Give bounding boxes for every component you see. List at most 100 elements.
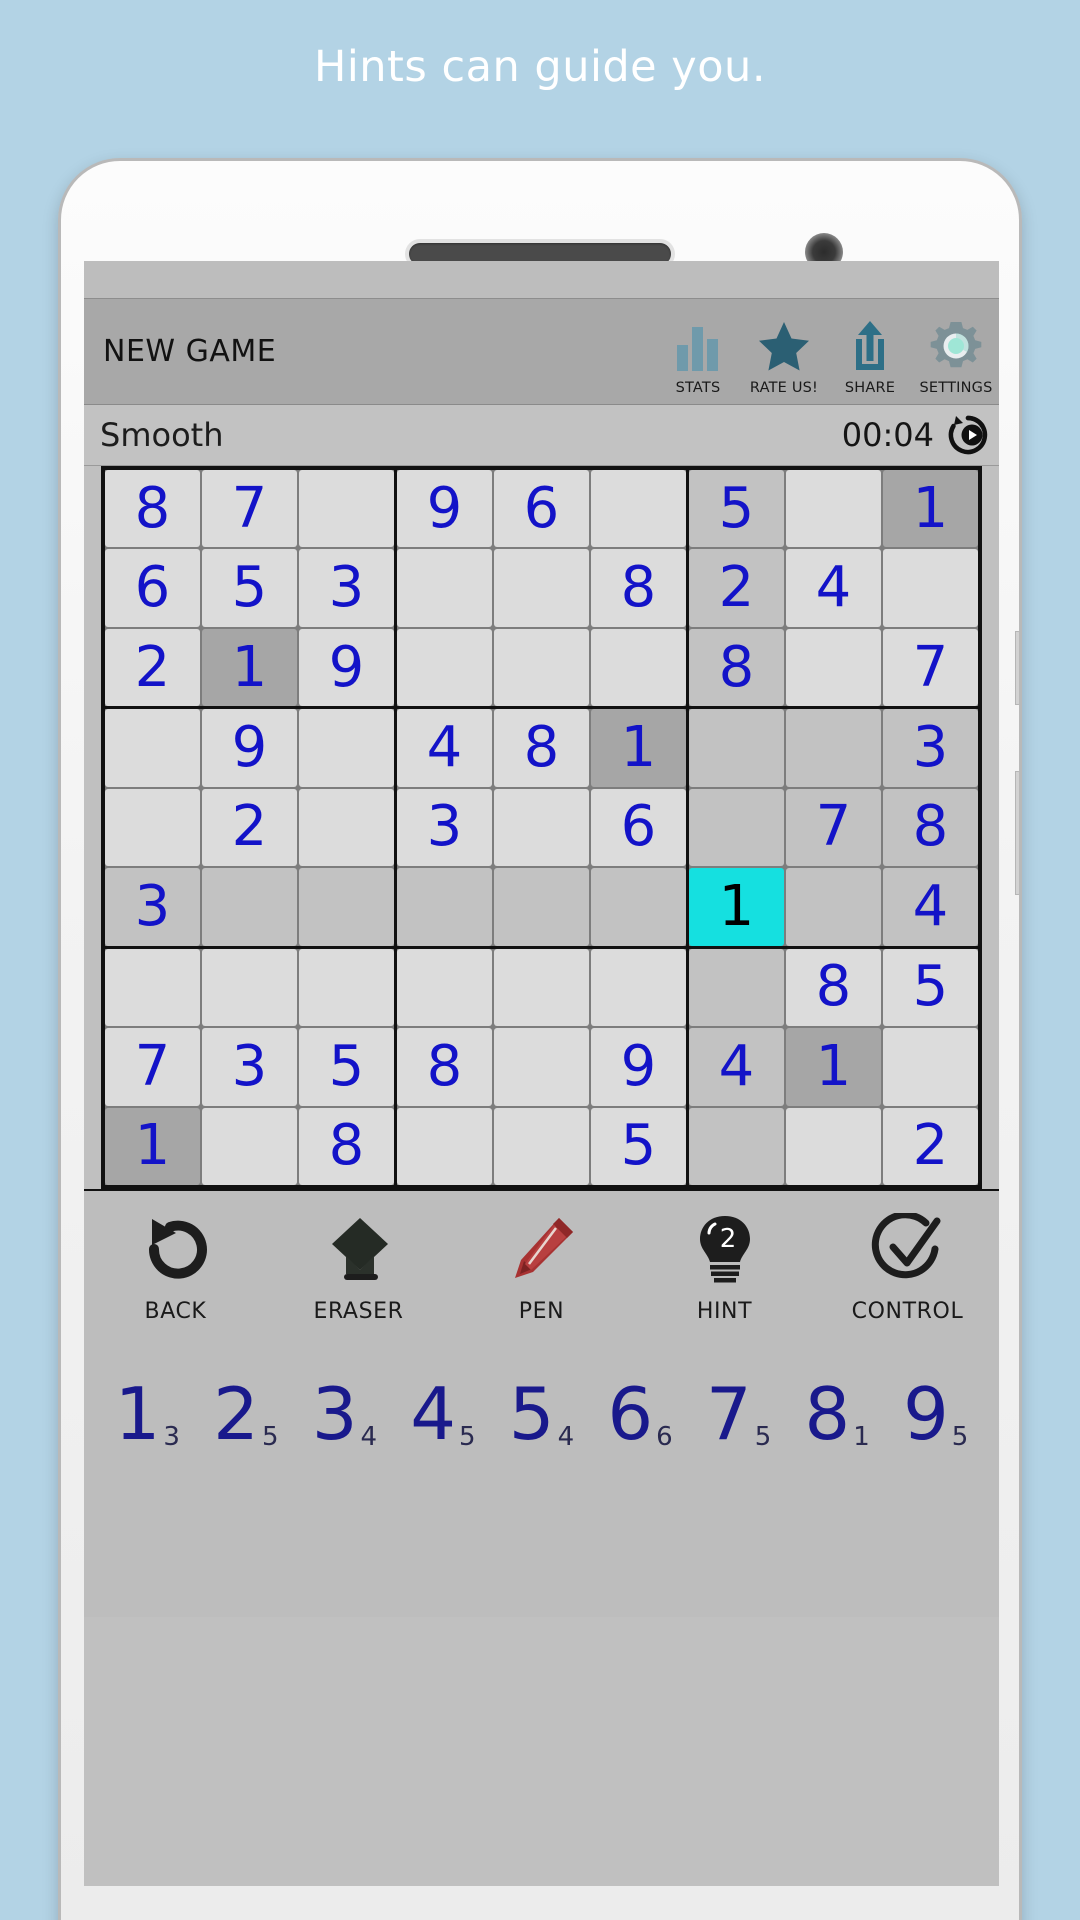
pause-play-icon[interactable] [945, 412, 991, 458]
sudoku-cell-r2c9[interactable] [883, 549, 978, 627]
sudoku-cell-r9c2[interactable] [202, 1107, 297, 1185]
sudoku-cell-r4c4[interactable]: 4 [397, 709, 492, 787]
sudoku-cell-r5c1[interactable] [105, 788, 200, 867]
sudoku-cell-r2c7[interactable]: 2 [689, 549, 784, 627]
sudoku-cell-r1c9[interactable]: 1 [883, 470, 978, 548]
action-back-button[interactable]: BACK [101, 1211, 251, 1324]
sudoku-cell-r3c2[interactable]: 1 [202, 628, 297, 707]
rate-us-button[interactable]: RATE US! [741, 299, 827, 404]
new-game-button[interactable]: NEW GAME [103, 334, 276, 369]
sudoku-cell-r2c8[interactable]: 4 [786, 549, 881, 627]
sudoku-cell-r3c6[interactable] [591, 628, 686, 707]
sudoku-board[interactable]: 8765321996851248792348136378147351889585… [101, 466, 982, 1189]
sudoku-cell-r6c4[interactable] [397, 868, 492, 946]
sudoku-cell-r5c3[interactable] [299, 788, 394, 867]
sudoku-cell-r6c1[interactable]: 3 [105, 868, 200, 946]
sudoku-cell-r7c9[interactable]: 5 [883, 948, 978, 1027]
sudoku-cell-r9c8[interactable] [786, 1107, 881, 1185]
sudoku-cell-r8c8[interactable]: 1 [786, 1028, 881, 1106]
sudoku-cell-r6c3[interactable] [299, 868, 394, 946]
sudoku-cell-r3c4[interactable] [397, 628, 492, 707]
sudoku-cell-r9c7[interactable] [689, 1107, 784, 1185]
sudoku-cell-r3c7[interactable]: 8 [689, 628, 784, 707]
sudoku-cell-r4c1[interactable] [105, 709, 200, 787]
sudoku-cell-r7c5[interactable] [494, 948, 589, 1027]
action-hint-button[interactable]: 2 HINT [650, 1211, 800, 1324]
sudoku-cell-r4c2[interactable]: 9 [202, 709, 297, 787]
sudoku-cell-r6c9[interactable]: 4 [883, 868, 978, 946]
sudoku-cell-r7c8[interactable]: 8 [786, 948, 881, 1027]
sudoku-cell-r4c3[interactable] [299, 709, 394, 787]
sudoku-cell-r4c9[interactable]: 3 [883, 709, 978, 787]
sudoku-cell-r7c6[interactable] [591, 948, 686, 1027]
sudoku-cell-r3c5[interactable] [494, 628, 589, 707]
sudoku-cell-r5c7[interactable] [689, 788, 784, 867]
sudoku-cell-r6c5[interactable] [494, 868, 589, 946]
stats-button[interactable]: STATS [655, 299, 741, 404]
sudoku-cell-r6c8[interactable] [786, 868, 881, 946]
action-pen-button[interactable]: PEN [467, 1211, 617, 1324]
sudoku-cell-r7c2[interactable] [202, 948, 297, 1027]
numpad-key-9[interactable]: 95 [903, 1378, 968, 1452]
sudoku-cell-r8c6[interactable]: 9 [591, 1028, 686, 1106]
sudoku-cell-r7c4[interactable] [397, 948, 492, 1027]
sudoku-cell-r1c6[interactable] [591, 470, 686, 548]
sudoku-cell-r6c2[interactable] [202, 868, 297, 946]
sudoku-cell-r5c9[interactable]: 8 [883, 788, 978, 867]
sudoku-cell-r1c1[interactable]: 8 [105, 470, 200, 548]
sudoku-cell-r8c2[interactable]: 3 [202, 1028, 297, 1106]
action-eraser-button[interactable]: ERASER [284, 1211, 434, 1324]
sudoku-cell-r9c4[interactable] [397, 1107, 492, 1185]
numpad-key-6[interactable]: 66 [607, 1378, 672, 1452]
sudoku-cell-r3c9[interactable]: 7 [883, 628, 978, 707]
sudoku-cell-r8c7[interactable]: 4 [689, 1028, 784, 1106]
sudoku-cell-r3c8[interactable] [786, 628, 881, 707]
sudoku-cell-r5c4[interactable]: 3 [397, 788, 492, 867]
numpad-key-3[interactable]: 34 [312, 1378, 377, 1452]
sudoku-cell-r1c4[interactable]: 9 [397, 470, 492, 548]
sudoku-cell-r2c4[interactable] [397, 549, 492, 627]
share-button[interactable]: SHARE [827, 299, 913, 404]
sudoku-cell-r9c9[interactable]: 2 [883, 1107, 978, 1185]
sudoku-cell-r2c3[interactable]: 3 [299, 549, 394, 627]
sudoku-cell-r7c7[interactable] [689, 948, 784, 1027]
sudoku-cell-r1c3[interactable] [299, 470, 394, 548]
action-control-button[interactable]: CONTROL [833, 1211, 983, 1324]
sudoku-cell-r8c4[interactable]: 8 [397, 1028, 492, 1106]
sudoku-cell-r3c3[interactable]: 9 [299, 628, 394, 707]
sudoku-cell-r8c5[interactable] [494, 1028, 589, 1106]
sudoku-cell-r8c9[interactable] [883, 1028, 978, 1106]
numpad-key-1[interactable]: 13 [115, 1378, 180, 1452]
settings-button[interactable]: SETTINGS [913, 299, 999, 404]
sudoku-cell-r5c2[interactable]: 2 [202, 788, 297, 867]
sudoku-cell-r4c5[interactable]: 8 [494, 709, 589, 787]
sudoku-cell-r2c5[interactable] [494, 549, 589, 627]
sudoku-cell-r4c8[interactable] [786, 709, 881, 787]
sudoku-cell-r9c5[interactable] [494, 1107, 589, 1185]
sudoku-cell-r7c1[interactable] [105, 948, 200, 1027]
sudoku-cell-r8c1[interactable]: 7 [105, 1028, 200, 1106]
sudoku-cell-r5c6[interactable]: 6 [591, 788, 686, 867]
volume-button[interactable] [1015, 631, 1019, 705]
sudoku-cell-r9c3[interactable]: 8 [299, 1107, 394, 1185]
sudoku-cell-r5c5[interactable] [494, 788, 589, 867]
sudoku-cell-r1c2[interactable]: 7 [202, 470, 297, 548]
sudoku-cell-r1c5[interactable]: 6 [494, 470, 589, 548]
numpad-key-7[interactable]: 75 [706, 1378, 771, 1452]
numpad-key-2[interactable]: 25 [213, 1378, 278, 1452]
sudoku-cell-r5c8[interactable]: 7 [786, 788, 881, 867]
sudoku-cell-r3c1[interactable]: 2 [105, 628, 200, 707]
numpad-key-4[interactable]: 45 [410, 1378, 475, 1452]
numpad-key-5[interactable]: 54 [509, 1378, 574, 1452]
sudoku-cell-r1c7[interactable]: 5 [689, 470, 784, 548]
numpad-key-8[interactable]: 81 [804, 1378, 869, 1452]
sudoku-cell-r2c2[interactable]: 5 [202, 549, 297, 627]
sudoku-cell-r9c6[interactable]: 5 [591, 1107, 686, 1185]
sudoku-cell-r4c7[interactable] [689, 709, 784, 787]
sudoku-cell-r2c1[interactable]: 6 [105, 549, 200, 627]
sudoku-cell-r8c3[interactable]: 5 [299, 1028, 394, 1106]
sudoku-cell-r6c7[interactable]: 1 [689, 868, 784, 946]
sudoku-cell-r6c6[interactable] [591, 868, 686, 946]
sudoku-cell-r2c6[interactable]: 8 [591, 549, 686, 627]
power-button[interactable] [1015, 771, 1019, 895]
